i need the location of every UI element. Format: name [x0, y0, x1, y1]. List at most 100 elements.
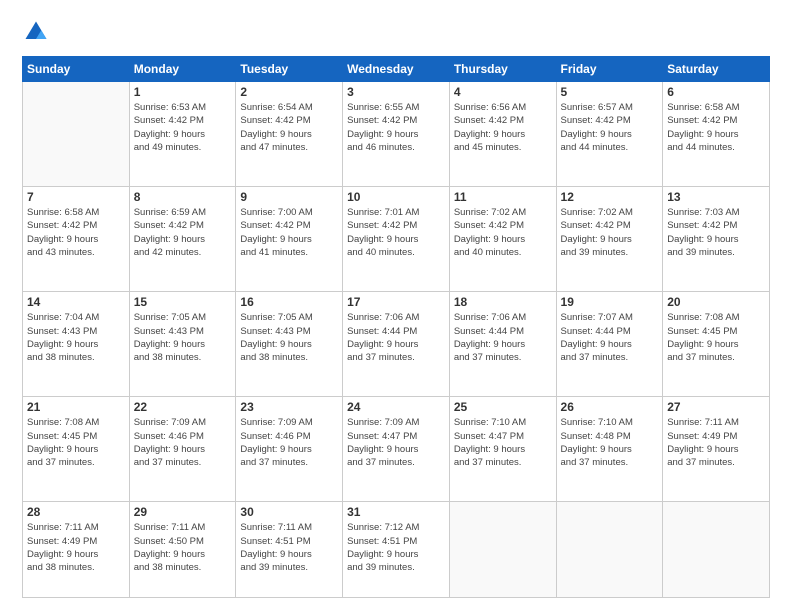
- day-number: 5: [561, 85, 659, 99]
- page: SundayMondayTuesdayWednesdayThursdayFrid…: [0, 0, 792, 612]
- calendar-cell: [23, 82, 130, 187]
- calendar-cell: 17 Sunrise: 7:06 AMSunset: 4:44 PMDayligh…: [343, 292, 450, 397]
- calendar-cell: [556, 502, 663, 598]
- day-number: 30: [240, 505, 338, 519]
- calendar-cell: 28 Sunrise: 7:11 AMSunset: 4:49 PMDayligh…: [23, 502, 130, 598]
- day-info: Sunrise: 7:09 AMSunset: 4:46 PMDaylight:…: [240, 416, 338, 469]
- day-info: Sunrise: 7:02 AMSunset: 4:42 PMDaylight:…: [561, 206, 659, 259]
- day-info: Sunrise: 7:12 AMSunset: 4:51 PMDaylight:…: [347, 521, 445, 574]
- calendar-cell: [663, 502, 770, 598]
- day-number: 19: [561, 295, 659, 309]
- calendar-header-row: SundayMondayTuesdayWednesdayThursdayFrid…: [23, 57, 770, 82]
- day-number: 18: [454, 295, 552, 309]
- day-info: Sunrise: 7:11 AMSunset: 4:49 PMDaylight:…: [667, 416, 765, 469]
- col-header-wednesday: Wednesday: [343, 57, 450, 82]
- day-number: 31: [347, 505, 445, 519]
- day-info: Sunrise: 7:11 AMSunset: 4:49 PMDaylight:…: [27, 521, 125, 574]
- day-number: 16: [240, 295, 338, 309]
- day-info: Sunrise: 7:02 AMSunset: 4:42 PMDaylight:…: [454, 206, 552, 259]
- day-number: 12: [561, 190, 659, 204]
- col-header-friday: Friday: [556, 57, 663, 82]
- day-number: 17: [347, 295, 445, 309]
- calendar-cell: 25Sunrise: 7:10 AMSunset: 4:47 PMDayligh…: [449, 397, 556, 502]
- calendar-cell: 19 Sunrise: 7:07 AMSunset: 4:44 PMDayligh…: [556, 292, 663, 397]
- day-info: Sunrise: 7:11 AMSunset: 4:50 PMDaylight:…: [134, 521, 232, 574]
- day-number: 2: [240, 85, 338, 99]
- day-number: 21: [27, 400, 125, 414]
- calendar-cell: 7Sunrise: 6:58 AMSunset: 4:42 PMDaylight…: [23, 187, 130, 292]
- week-row-4: 21 Sunrise: 7:08 AMSunset: 4:45 PMDayligh…: [23, 397, 770, 502]
- calendar-cell: 15Sunrise: 7:05 AMSunset: 4:43 PMDayligh…: [129, 292, 236, 397]
- day-info: Sunrise: 7:10 AMSunset: 4:48 PMDaylight:…: [561, 416, 659, 469]
- col-header-thursday: Thursday: [449, 57, 556, 82]
- calendar-cell: 21 Sunrise: 7:08 AMSunset: 4:45 PMDayligh…: [23, 397, 130, 502]
- day-info: Sunrise: 7:01 AMSunset: 4:42 PMDaylight:…: [347, 206, 445, 259]
- day-number: 28: [27, 505, 125, 519]
- calendar-cell: 12 Sunrise: 7:02 AMSunset: 4:42 PMDayligh…: [556, 187, 663, 292]
- day-number: 15: [134, 295, 232, 309]
- calendar-cell: 23 Sunrise: 7:09 AMSunset: 4:46 PMDayligh…: [236, 397, 343, 502]
- day-number: 6: [667, 85, 765, 99]
- header: [22, 18, 770, 46]
- day-info: Sunrise: 7:11 AMSunset: 4:51 PMDaylight:…: [240, 521, 338, 574]
- col-header-monday: Monday: [129, 57, 236, 82]
- day-number: 3: [347, 85, 445, 99]
- calendar-cell: 30 Sunrise: 7:11 AMSunset: 4:51 PMDayligh…: [236, 502, 343, 598]
- day-info: Sunrise: 6:54 AMSunset: 4:42 PMDaylight:…: [240, 101, 338, 154]
- day-number: 13: [667, 190, 765, 204]
- calendar-cell: [449, 502, 556, 598]
- logo: [22, 18, 54, 46]
- week-row-2: 7Sunrise: 6:58 AMSunset: 4:42 PMDaylight…: [23, 187, 770, 292]
- day-number: 10: [347, 190, 445, 204]
- day-info: Sunrise: 7:09 AMSunset: 4:47 PMDaylight:…: [347, 416, 445, 469]
- day-number: 22: [134, 400, 232, 414]
- day-number: 24: [347, 400, 445, 414]
- day-number: 27: [667, 400, 765, 414]
- day-info: Sunrise: 6:57 AMSunset: 4:42 PMDaylight:…: [561, 101, 659, 154]
- day-info: Sunrise: 7:00 AMSunset: 4:42 PMDaylight:…: [240, 206, 338, 259]
- day-info: Sunrise: 7:06 AMSunset: 4:44 PMDaylight:…: [454, 311, 552, 364]
- day-number: 23: [240, 400, 338, 414]
- logo-icon: [22, 18, 50, 46]
- day-info: Sunrise: 7:06 AMSunset: 4:44 PMDaylight:…: [347, 311, 445, 364]
- day-info: Sunrise: 6:56 AMSunset: 4:42 PMDaylight:…: [454, 101, 552, 154]
- day-number: 29: [134, 505, 232, 519]
- day-info: Sunrise: 7:07 AMSunset: 4:44 PMDaylight:…: [561, 311, 659, 364]
- calendar-cell: 3 Sunrise: 6:55 AMSunset: 4:42 PMDaylight…: [343, 82, 450, 187]
- calendar-cell: 31 Sunrise: 7:12 AMSunset: 4:51 PMDayligh…: [343, 502, 450, 598]
- calendar-cell: 9Sunrise: 7:00 AMSunset: 4:42 PMDaylight…: [236, 187, 343, 292]
- day-info: Sunrise: 7:05 AMSunset: 4:43 PMDaylight:…: [240, 311, 338, 364]
- day-number: 8: [134, 190, 232, 204]
- day-number: 25: [454, 400, 552, 414]
- calendar-cell: 29 Sunrise: 7:11 AMSunset: 4:50 PMDayligh…: [129, 502, 236, 598]
- day-number: 26: [561, 400, 659, 414]
- day-info: Sunrise: 6:55 AMSunset: 4:42 PMDaylight:…: [347, 101, 445, 154]
- calendar-cell: 13 Sunrise: 7:03 AMSunset: 4:42 PMDayligh…: [663, 187, 770, 292]
- day-number: 7: [27, 190, 125, 204]
- week-row-1: 1Sunrise: 6:53 AMSunset: 4:42 PMDaylight…: [23, 82, 770, 187]
- calendar-cell: 20Sunrise: 7:08 AMSunset: 4:45 PMDayligh…: [663, 292, 770, 397]
- day-number: 20: [667, 295, 765, 309]
- col-header-tuesday: Tuesday: [236, 57, 343, 82]
- day-info: Sunrise: 6:59 AMSunset: 4:42 PMDaylight:…: [134, 206, 232, 259]
- calendar-cell: 4 Sunrise: 6:56 AMSunset: 4:42 PMDaylight…: [449, 82, 556, 187]
- calendar-table: SundayMondayTuesdayWednesdayThursdayFrid…: [22, 56, 770, 598]
- day-info: Sunrise: 7:08 AMSunset: 4:45 PMDaylight:…: [27, 416, 125, 469]
- calendar-cell: 8 Sunrise: 6:59 AMSunset: 4:42 PMDaylight…: [129, 187, 236, 292]
- calendar-cell: 11 Sunrise: 7:02 AMSunset: 4:42 PMDayligh…: [449, 187, 556, 292]
- day-info: Sunrise: 7:03 AMSunset: 4:42 PMDaylight:…: [667, 206, 765, 259]
- day-number: 14: [27, 295, 125, 309]
- calendar-cell: 2 Sunrise: 6:54 AMSunset: 4:42 PMDaylight…: [236, 82, 343, 187]
- week-row-3: 14Sunrise: 7:04 AMSunset: 4:43 PMDayligh…: [23, 292, 770, 397]
- calendar-cell: 6 Sunrise: 6:58 AMSunset: 4:42 PMDaylight…: [663, 82, 770, 187]
- week-row-5: 28 Sunrise: 7:11 AMSunset: 4:49 PMDayligh…: [23, 502, 770, 598]
- day-info: Sunrise: 6:53 AMSunset: 4:42 PMDaylight:…: [134, 101, 232, 154]
- day-number: 4: [454, 85, 552, 99]
- day-info: Sunrise: 6:58 AMSunset: 4:42 PMDaylight:…: [667, 101, 765, 154]
- calendar-cell: 16 Sunrise: 7:05 AMSunset: 4:43 PMDayligh…: [236, 292, 343, 397]
- calendar-cell: 1Sunrise: 6:53 AMSunset: 4:42 PMDaylight…: [129, 82, 236, 187]
- calendar-cell: 22Sunrise: 7:09 AMSunset: 4:46 PMDayligh…: [129, 397, 236, 502]
- calendar-cell: 24 Sunrise: 7:09 AMSunset: 4:47 PMDayligh…: [343, 397, 450, 502]
- calendar-cell: 14Sunrise: 7:04 AMSunset: 4:43 PMDayligh…: [23, 292, 130, 397]
- day-number: 11: [454, 190, 552, 204]
